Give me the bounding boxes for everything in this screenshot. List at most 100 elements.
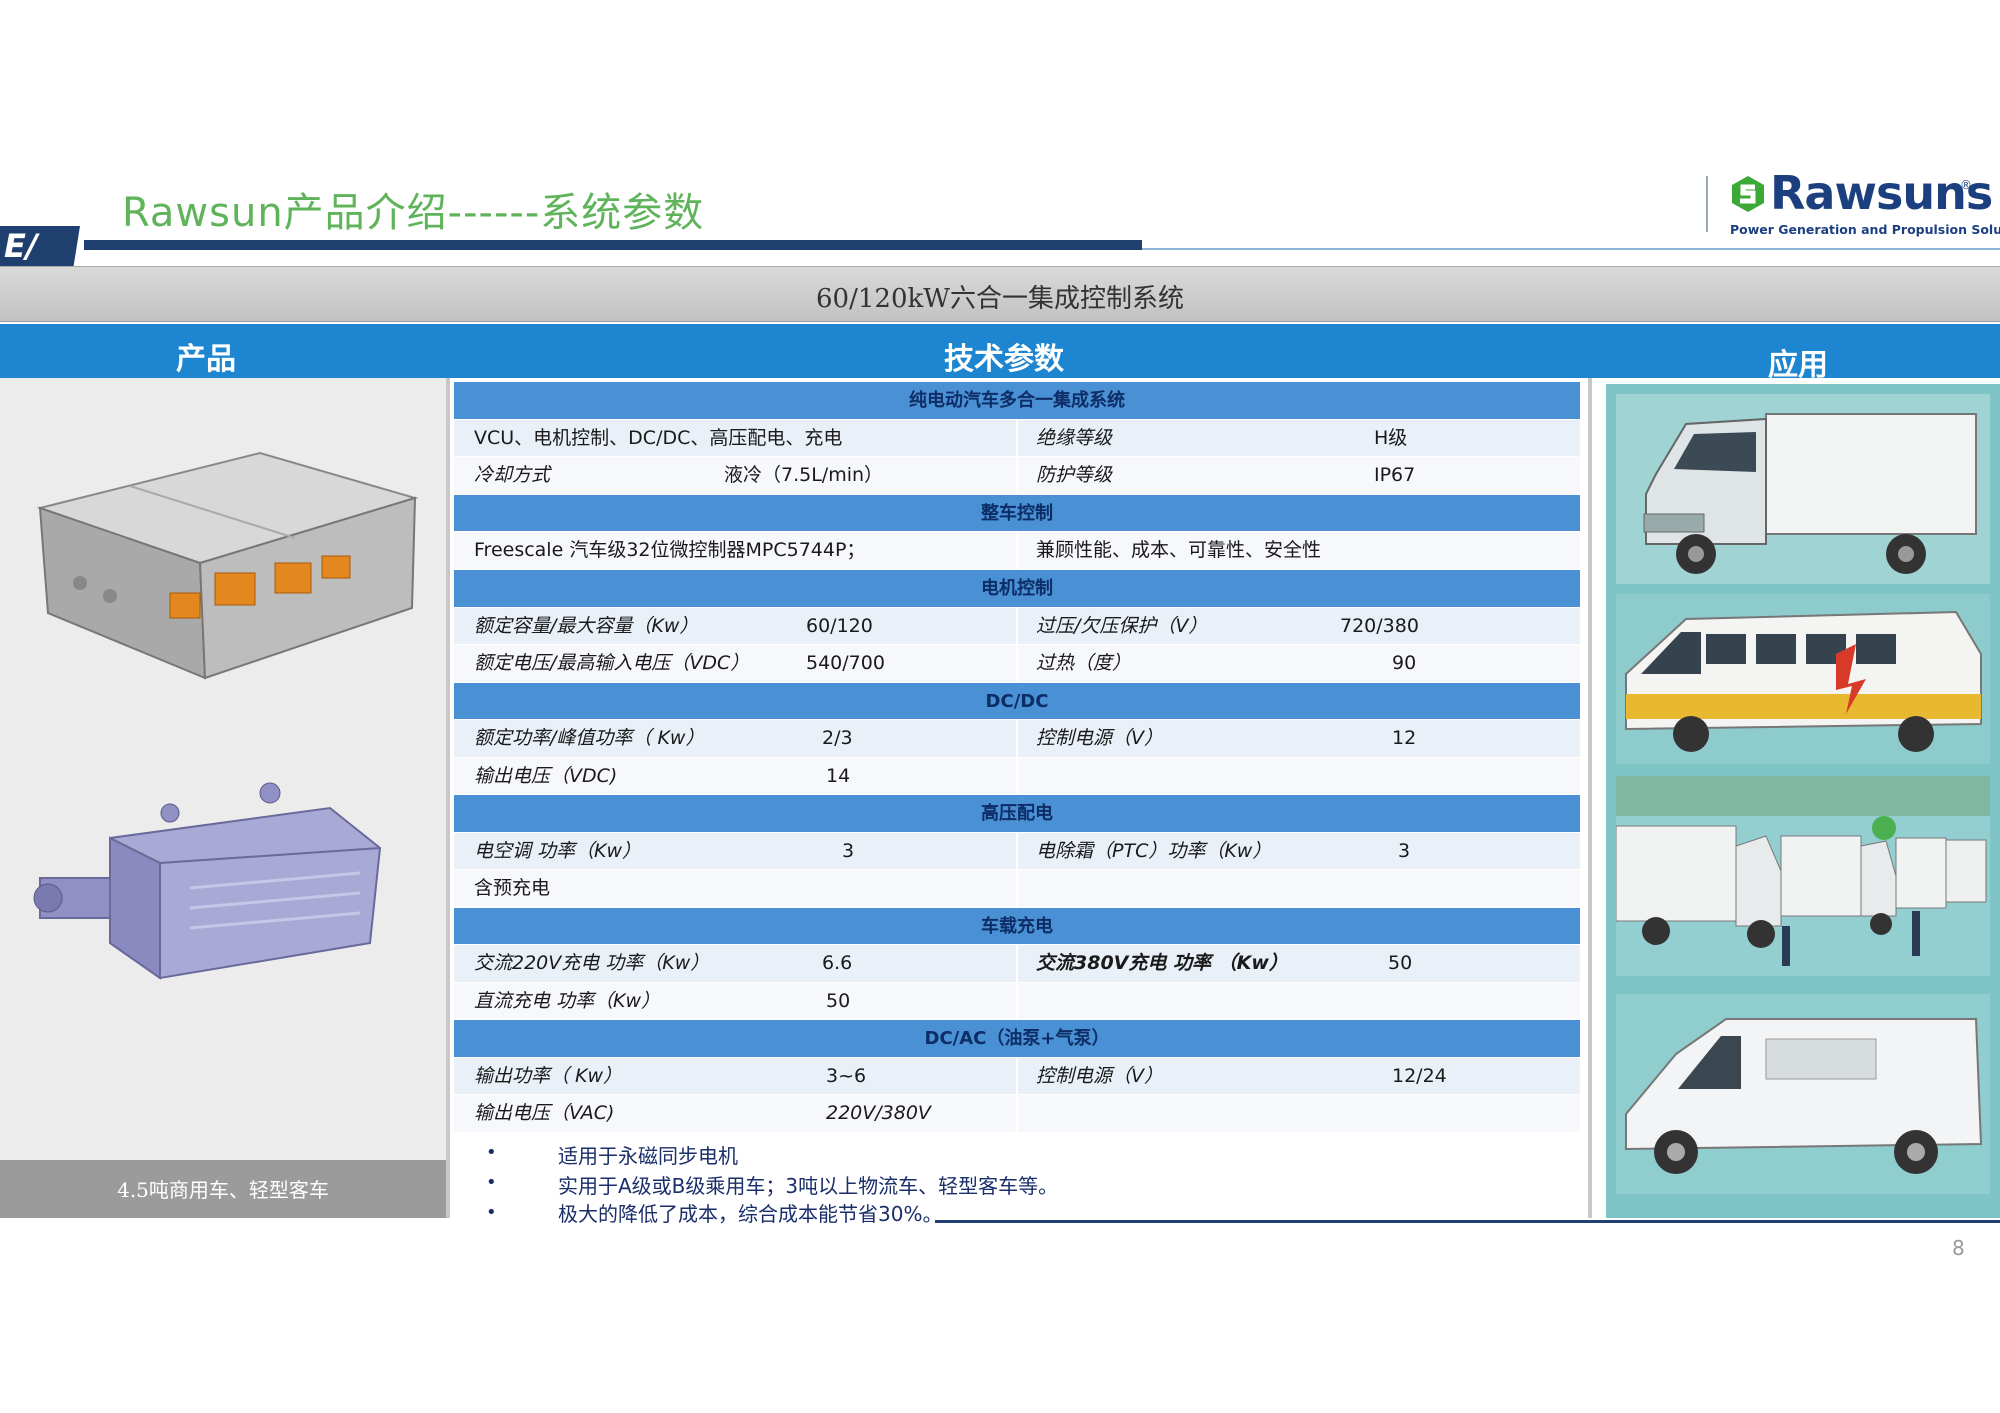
table-row: 交流220V充电 功率（Kw） 6.6 交流380V充电 功率 （Kw） 50 <box>454 945 1580 983</box>
column-header-product: 产品 <box>176 342 236 377</box>
cell-value: 50 <box>1388 952 1413 974</box>
section-title: DC/DC <box>985 690 1049 712</box>
table-section-header: 整车控制 <box>454 494 1580 532</box>
section-title: 整车控制 <box>981 502 1053 524</box>
light-truck-image <box>1616 394 1990 584</box>
cell-label: 过压/欠压保护（V） <box>1036 614 1208 637</box>
cell-label: Freescale 汽车级32位微控制器MPC5744P； <box>474 539 866 561</box>
cell-label: 控制电源（V） <box>1036 1064 1163 1087</box>
logo-tagline: Power Generation and Propulsion Solution… <box>1730 222 2000 237</box>
bullet-item: 极大的降低了成本，综合成本能节省30%。 <box>558 1202 943 1226</box>
bullet-marker: • <box>486 1172 497 1193</box>
logistics-fleet-image <box>1616 776 1990 976</box>
cell-value: 14 <box>826 764 851 787</box>
cell-value: 2/3 <box>822 727 853 749</box>
cell-value: 3 <box>842 839 855 862</box>
cell-value: 6.6 <box>822 952 853 974</box>
motor-image <box>33 782 382 980</box>
bullet-item: 适用于永磁同步电机 <box>558 1144 738 1168</box>
logo-divider <box>1706 176 1708 232</box>
column-header-tech: 技术参数 <box>944 342 1064 377</box>
cell-value: 540/700 <box>806 652 885 674</box>
cell-label: 输出电压（VAC) <box>474 1102 615 1124</box>
table-section-header: 电机控制 <box>454 570 1580 608</box>
section-title: 车载充电 <box>981 915 1053 937</box>
cell-label: 输出电压（VDC) <box>474 764 618 787</box>
section-title: DC/AC（油泵+气泵） <box>924 1028 1110 1049</box>
cell-label: VCU、电机控制、DC/DC、高压配电、充电 <box>474 426 843 449</box>
table-section-header: 车载充电 <box>454 907 1580 945</box>
application-panel <box>1606 384 2000 1218</box>
bottom-rule <box>935 1220 2000 1223</box>
column-divider-right <box>1588 378 1592 1218</box>
cell-label: 过热（度） <box>1036 652 1132 674</box>
cell-label: 冷却方式 <box>474 464 551 486</box>
table-row: 额定容量/最大容量（Kw） 60/120 过压/欠压保护（V） 720/380 <box>454 607 1580 645</box>
section-title: 纯电动汽车多合一集成系统 <box>909 390 1125 411</box>
cell-label: 绝缘等级 <box>1036 426 1113 449</box>
spec-table: 纯电动汽车多合一集成系统 VCU、电机控制、DC/DC、高压配电、充电 绝缘等级… <box>454 382 1580 1133</box>
table-section-header: 纯电动汽车多合一集成系统 <box>454 382 1580 420</box>
column-header-application: 应用 <box>1768 348 1828 383</box>
cell-value: 兼顾性能、成本、可靠性、安全性 <box>1036 539 1322 561</box>
cell-value: IP67 <box>1374 464 1416 486</box>
cell-label: 额定容量/最大容量（Kw） <box>474 614 699 637</box>
table-section-header: 高压配电 <box>454 795 1580 833</box>
table-row: 输出电压（VDC) 14 <box>454 757 1580 795</box>
table-row: 冷却方式 液冷（7.5L/min） 防护等级 IP67 <box>454 457 1580 495</box>
table-row: 电空调 功率（Kw） 3 电除霜（PTC）功率（Kw） 3 <box>454 832 1580 870</box>
table-section-header: DC/AC（油泵+气泵） <box>454 1020 1580 1058</box>
cell-value: 220V/380V <box>826 1102 931 1124</box>
system-title: 60/120kW六合一集成控制系统 <box>816 284 1184 314</box>
product-caption: 4.5吨商用车、轻型客车 <box>117 1178 329 1202</box>
title-underline-thin <box>1142 248 2000 250</box>
cell-value: 90 <box>1392 652 1417 674</box>
table-row: 直流充电 功率（Kw） 50 <box>454 982 1580 1020</box>
cell-value: 60/120 <box>806 614 873 637</box>
table-row: 输出电压（VAC) 220V/380V <box>454 1095 1580 1133</box>
cell-label: 额定电压/最高输入电压（VDC） <box>474 652 750 674</box>
cell-label: 控制电源（V） <box>1036 727 1163 749</box>
title-underline <box>84 240 1142 250</box>
table-row: 含预充电 <box>454 870 1580 908</box>
cell-value: 720/380 <box>1340 614 1419 637</box>
table-row: 额定功率/峰值功率（ Kw） 2/3 控制电源（V） 12 <box>454 720 1580 758</box>
rawsuns-logo-icon <box>1732 176 1764 212</box>
cell-label: 交流220V充电 功率（Kw） <box>474 952 710 974</box>
page-title: Rawsun产品介绍------系统参数 <box>122 190 705 236</box>
table-row: 输出功率（ Kw） 3~6 控制电源（V） 12/24 <box>454 1057 1580 1095</box>
table-row: 额定电压/最高输入电压（VDC） 540/700 过热（度） 90 <box>454 645 1580 683</box>
cell-value: 液冷（7.5L/min） <box>724 464 884 486</box>
cell-label: 电除霜（PTC）功率（Kw） <box>1036 839 1272 862</box>
bullet-marker: • <box>486 1142 497 1163</box>
cell-label: 交流380V充电 功率 （Kw） <box>1036 952 1288 974</box>
cell-value: 12/24 <box>1392 1064 1447 1087</box>
cell-value: 3~6 <box>826 1064 867 1087</box>
page-number: 8 <box>1952 1236 1965 1260</box>
cell-value: 50 <box>826 989 851 1012</box>
table-row: Freescale 汽车级32位微控制器MPC5744P； 兼顾性能、成本、可靠… <box>454 532 1580 570</box>
bullet-item: 实用于A级或B级乘用车；3吨以上物流车、轻型客车等。 <box>558 1174 1059 1198</box>
cell-label: 含预充电 <box>474 877 551 899</box>
controller-unit-image <box>36 451 419 680</box>
section-title: 电机控制 <box>981 578 1053 599</box>
cell-label: 额定功率/峰值功率（ Kw） <box>474 727 705 749</box>
engineering-van-image <box>1616 594 1990 764</box>
ev-mark: E/ <box>0 226 80 266</box>
cell-label: 防护等级 <box>1036 464 1113 486</box>
cell-value: 12 <box>1392 727 1417 749</box>
cell-label: 输出功率（ Kw） <box>474 1064 623 1087</box>
logo-registered-mark: ® <box>1960 178 1972 192</box>
cell-value: 3 <box>1398 839 1411 862</box>
product-panel <box>0 378 446 1160</box>
cell-label: 直流充电 功率（Kw） <box>474 989 661 1012</box>
logo-name: Rawsuns <box>1770 166 1993 220</box>
table-section-header: DC/DC <box>454 682 1580 720</box>
column-divider-left <box>446 378 450 1218</box>
table-row: VCU、电机控制、DC/DC、高压配电、充电 绝缘等级 H级 <box>454 419 1580 457</box>
cell-value: H级 <box>1374 426 1408 449</box>
bullet-marker: • <box>486 1202 497 1223</box>
cell-label: 电空调 功率（Kw） <box>474 839 642 862</box>
section-title: 高压配电 <box>981 803 1053 824</box>
panel-van-image <box>1616 994 1990 1194</box>
